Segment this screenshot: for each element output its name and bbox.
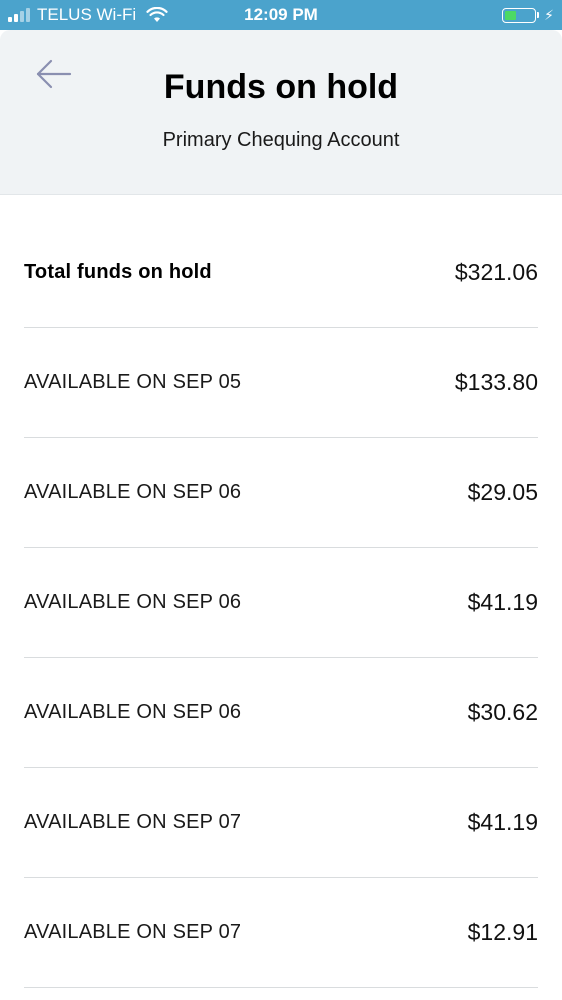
hold-amount: $133.80	[454, 369, 538, 395]
hold-amount: $30.62	[467, 699, 538, 725]
total-label: Total funds on hold	[24, 261, 212, 283]
battery-icon	[502, 7, 537, 23]
hold-amount: $12.91	[467, 919, 538, 945]
page-subtitle: Primary Chequing Account	[162, 129, 400, 151]
status-bar: TELUS Wi-Fi 12:09 PM ⚡︎	[0, 0, 562, 30]
list-item: AVAILABLE ON SEP 05 $133.80	[24, 328, 538, 438]
hold-label: AVAILABLE ON SEP 06	[24, 481, 242, 503]
hold-amount: $41.19	[467, 809, 538, 835]
list-item: AVAILABLE ON SEP 06 $41.19	[24, 548, 538, 658]
hold-label: AVAILABLE ON SEP 07	[24, 921, 242, 943]
list-item: AVAILABLE ON SEP 07 $12.91	[24, 878, 538, 988]
header: Funds on hold Primary Chequing Account	[0, 30, 562, 195]
status-time: 12:09 PM	[244, 5, 318, 24]
hold-label: AVAILABLE ON SEP 06	[24, 701, 242, 723]
charging-bolt-icon: ⚡︎	[544, 6, 554, 23]
list-item: AVAILABLE ON SEP 06 $29.05	[24, 438, 538, 548]
hold-amount: $41.19	[467, 589, 538, 615]
hold-label: AVAILABLE ON SEP 05	[24, 371, 242, 393]
page-title: Funds on hold	[163, 68, 399, 106]
hold-label: AVAILABLE ON SEP 07	[24, 811, 242, 833]
holds-list: Total funds on hold $321.06 AVAILABLE ON…	[24, 218, 538, 988]
hold-amount: $29.05	[467, 479, 538, 505]
list-item: AVAILABLE ON SEP 07 $41.19	[24, 768, 538, 878]
total-amount: $321.06	[454, 259, 538, 285]
list-item: AVAILABLE ON SEP 06 $30.62	[24, 658, 538, 768]
total-row: Total funds on hold $321.06	[24, 218, 538, 328]
status-right: ⚡︎	[502, 0, 554, 30]
hold-label: AVAILABLE ON SEP 06	[24, 591, 242, 613]
